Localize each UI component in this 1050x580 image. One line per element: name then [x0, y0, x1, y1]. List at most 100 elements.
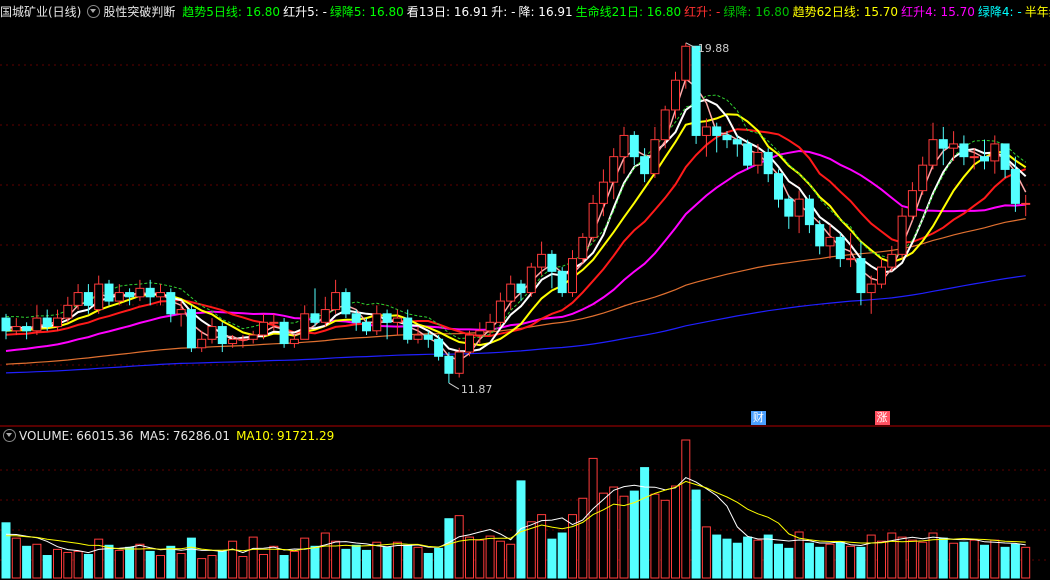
volume-bar-up: [671, 485, 680, 579]
stock-chart[interactable]: 19.88 11.87: [0, 0, 1050, 580]
volume-bar-up: [259, 553, 268, 579]
candle-up: [248, 334, 258, 340]
candle-up: [949, 143, 959, 149]
volume-bar-up: [660, 499, 670, 579]
volume-bar-up: [207, 555, 217, 579]
candle-up: [320, 309, 330, 323]
volume-bar-up: [990, 539, 1000, 579]
candle-down: [423, 334, 433, 340]
volume-bar-down: [774, 543, 783, 579]
volume-bar-up: [156, 555, 165, 579]
volume-bar-down: [938, 537, 948, 579]
volume-bar-up: [228, 540, 238, 579]
candle-up: [918, 164, 928, 192]
volume-bar-up: [609, 486, 619, 579]
candle-down: [279, 321, 289, 345]
volume-bar-up: [918, 541, 928, 579]
candle-down: [382, 313, 392, 323]
volume-bar-down: [1000, 546, 1010, 579]
volume-bar-up: [53, 548, 62, 579]
volume-bar-down: [423, 552, 433, 579]
candle-up: [392, 317, 402, 323]
candle-up: [114, 292, 124, 302]
candle-up: [32, 317, 42, 332]
volume-bar-down: [835, 541, 845, 579]
indicator-dropdown-icon[interactable]: [87, 5, 101, 18]
candle-up: [289, 338, 299, 345]
volume-bar-down: [691, 489, 701, 579]
volume-bar-up: [289, 550, 299, 579]
volume-label: VOLUME:: [19, 429, 74, 443]
candle-down: [959, 143, 969, 158]
volume-bar-up: [269, 545, 279, 579]
volume-bar-down: [815, 546, 825, 579]
candle-down: [516, 283, 526, 294]
volume-bar-down: [547, 538, 557, 579]
volume-bar-up: [825, 543, 835, 579]
volume-bar-up: [619, 495, 629, 579]
candle-up: [969, 156, 979, 159]
candle-down: [104, 283, 114, 302]
candle-up: [866, 283, 876, 294]
volume-bar-down: [382, 546, 392, 579]
annotation-pointer: [448, 382, 460, 390]
volume-bar-down: [42, 555, 52, 579]
rise-badge[interactable]: 涨: [874, 411, 890, 425]
volume-header: VOLUME: 66015.36 MA5: 76286.01 MA10: 91721.29: [0, 424, 1050, 448]
candle-up: [259, 321, 268, 336]
volume-bar-up: [475, 539, 485, 579]
volume-bar-up: [753, 539, 763, 579]
header-item-8: 绿降: 16.80: [723, 5, 790, 19]
volume-bar-up: [11, 537, 21, 579]
candle-up: [475, 330, 485, 336]
header-item-1: 红升5: -: [283, 5, 327, 19]
volume-value: 66015.36: [76, 429, 134, 443]
candle-up: [207, 326, 217, 340]
volume-bar-up: [949, 542, 959, 579]
volume-bar-down: [804, 542, 814, 579]
header-item-5: 降: 16.91: [518, 5, 573, 19]
volume-bar-up: [238, 556, 248, 579]
candle-down: [1000, 143, 1010, 170]
ma5-label: MA5:: [139, 429, 170, 443]
candle-down: [1010, 168, 1020, 204]
candle-up: [73, 292, 83, 306]
volume-bar-up: [681, 439, 691, 579]
candle-up: [671, 79, 680, 111]
volume-bar-down: [629, 490, 639, 579]
candle-up: [269, 321, 279, 324]
candle-down: [42, 317, 52, 328]
candle-down: [722, 134, 732, 141]
candle-up: [413, 334, 423, 340]
volume-bar-up: [537, 514, 547, 579]
volume-bar-up: [197, 558, 207, 579]
candle-down: [640, 156, 650, 175]
volume-bar-down: [186, 537, 196, 579]
candle-down: [815, 224, 825, 247]
volume-bar-down: [403, 544, 413, 579]
volume-bar-up: [331, 540, 341, 579]
volume-bar-up: [176, 552, 186, 579]
volume-dropdown-icon[interactable]: [3, 429, 16, 442]
volume-bar-down: [145, 550, 155, 579]
candle-down: [434, 338, 444, 357]
volume-bar-down: [959, 541, 969, 579]
candle-up: [568, 258, 577, 294]
volume-bar-up: [650, 493, 660, 579]
candle-up: [537, 253, 547, 268]
candle-up: [331, 292, 341, 311]
volume-bar-down: [980, 544, 989, 579]
ma5-value: 76286.01: [172, 429, 231, 443]
candle-down: [835, 236, 845, 260]
finance-badge[interactable]: 财: [750, 411, 766, 425]
volume-bar-down: [722, 538, 732, 579]
candle-down: [310, 313, 320, 323]
header-item-3: 看13日: 16.91: [406, 5, 489, 19]
volume-bar-down: [856, 546, 866, 579]
volume-bar-up: [506, 543, 516, 579]
indicator-name[interactable]: 股性突破判断: [103, 5, 175, 19]
volume-bar-up: [526, 521, 536, 579]
candle-up: [846, 258, 856, 261]
volume-bar-up: [413, 546, 423, 579]
volume-bar-down: [166, 545, 176, 579]
